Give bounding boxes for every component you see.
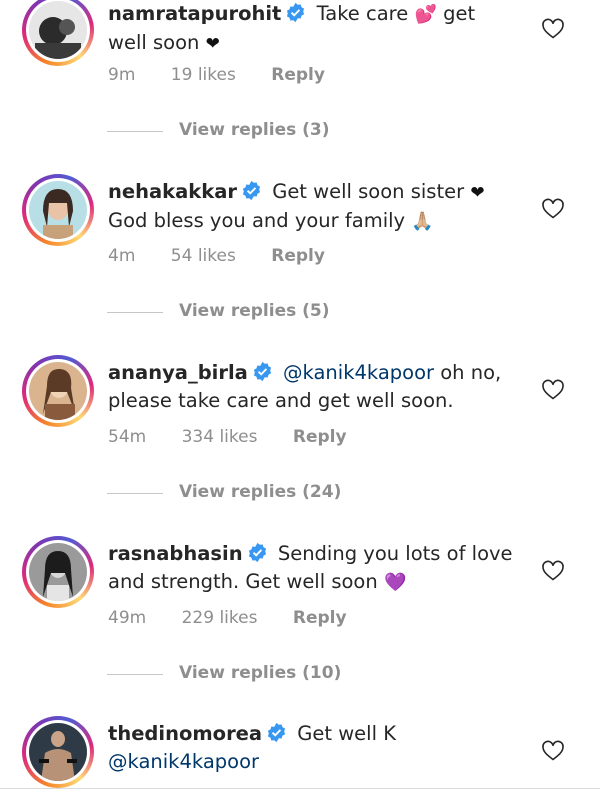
heart-outline-icon[interactable]: [541, 197, 565, 219]
bottom-divider: [0, 788, 600, 789]
avatar[interactable]: [22, 174, 94, 246]
comment-likes[interactable]: 229 likes: [182, 608, 258, 628]
divider-line: [107, 312, 163, 313]
heart-outline-icon[interactable]: [541, 378, 565, 400]
comment-meta: 4m 54 likes Reply: [108, 246, 355, 266]
verified-badge-icon: [268, 722, 286, 743]
comment-username[interactable]: nehakakkar: [108, 180, 237, 203]
comment-meta: 49m 229 likes Reply: [108, 608, 377, 628]
avatar[interactable]: [22, 0, 94, 66]
purple-heart-emoji: 💜: [383, 572, 407, 593]
reply-button[interactable]: Reply: [293, 608, 347, 628]
comment-likes[interactable]: 19 likes: [171, 65, 236, 85]
divider-line: [107, 674, 163, 675]
heart-emoji: ❤: [205, 34, 220, 54]
hearts-emoji: 💕: [414, 4, 437, 25]
comment-username[interactable]: thedinomorea: [108, 722, 262, 745]
comment-time: 9m: [108, 65, 136, 85]
avatar[interactable]: [22, 716, 94, 788]
comment-text: rasnabhasin Sending you lots of love and…: [108, 542, 513, 593]
comment-text: ananya_birla @kanik4kapoor oh no, please…: [108, 361, 502, 412]
comment-likes[interactable]: 54 likes: [171, 246, 236, 266]
comment-likes[interactable]: 334 likes: [182, 427, 258, 447]
heart-outline-icon[interactable]: [541, 739, 565, 761]
mention-link[interactable]: @kanik4kapoor: [283, 361, 434, 384]
comment-username[interactable]: ananya_birla: [108, 361, 248, 384]
mention-link[interactable]: @kanik4kapoor: [108, 750, 259, 773]
heart-outline-icon[interactable]: [541, 17, 565, 39]
reply-button[interactable]: Reply: [271, 246, 325, 266]
divider-line: [107, 493, 163, 494]
heart-outline-icon[interactable]: [541, 559, 565, 581]
heart-emoji: ❤: [470, 183, 485, 203]
comment-time: 49m: [108, 608, 147, 628]
comment-text: thedinomorea Get well K @kanik4kapoor: [108, 722, 396, 773]
verified-badge-icon: [248, 542, 266, 563]
comment-meta: 54m 334 likes Reply: [108, 427, 377, 447]
praying-hands-emoji: 🙏🏼: [411, 211, 434, 232]
comment-text: nehakakkar Get well soon sister ❤ God bl…: [108, 180, 485, 232]
verified-badge-icon: [242, 180, 261, 201]
comment-time: 54m: [108, 427, 147, 447]
comment-username[interactable]: rasnabhasin: [108, 542, 243, 565]
reply-button[interactable]: Reply: [271, 65, 325, 85]
verified-badge-icon: [287, 2, 305, 23]
comment-username[interactable]: namratapurohit: [108, 2, 281, 25]
divider-line: [107, 131, 163, 132]
comment-meta: 9m 19 likes Reply: [108, 65, 355, 85]
comment-time: 4m: [108, 246, 136, 266]
comment-text: namratapurohit Take care 💕 get well soon…: [108, 2, 476, 54]
verified-badge-icon: [253, 361, 271, 382]
avatar[interactable]: [22, 536, 94, 608]
reply-button[interactable]: Reply: [293, 427, 347, 447]
avatar[interactable]: [22, 355, 94, 427]
